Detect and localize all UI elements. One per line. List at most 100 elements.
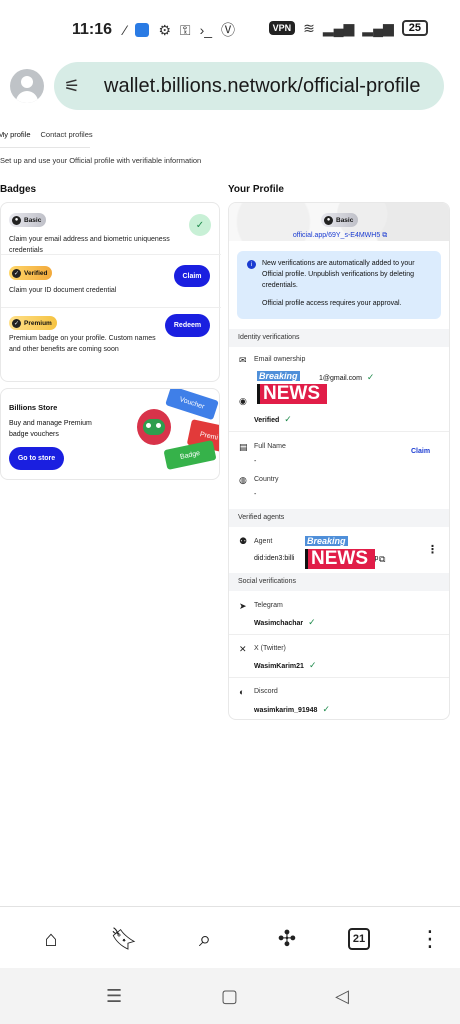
system-nav-bar: ☰ ▢ ◁ (0, 968, 460, 1024)
social-verifications-heading: Social verifications (229, 573, 449, 591)
key-icon: ⚿ (179, 22, 191, 38)
recents-icon[interactable]: ☰ (106, 986, 122, 1007)
store-desc: Buy and manage Premium badge vouchers (9, 420, 92, 438)
voucher-ticket: Voucher (165, 389, 219, 421)
badge-row-basic: ● Basic ✓ Claim your email address and b… (1, 203, 221, 255)
bookmark-icon[interactable]: 🔖︎ (110, 925, 138, 953)
info-icon: i (247, 260, 256, 269)
menu-icon[interactable]: ⋮ (416, 925, 444, 953)
mascot-icon (137, 409, 171, 445)
divider (229, 677, 449, 678)
divider (229, 431, 449, 432)
verified-check-icon: ✓ (284, 414, 292, 424)
status-time: 11:16 (72, 21, 113, 38)
v-app-icon: Ⓥ (221, 22, 236, 38)
badges-heading: Badges (0, 184, 37, 195)
extensions-icon[interactable]: ✣ (273, 925, 301, 953)
profile-badge-basic: ● Basic (321, 213, 359, 227)
brush-icon: ⁄ (124, 22, 127, 38)
premium-check-icon: ✓ (12, 318, 21, 328)
robot-icon: ⚉ (239, 536, 248, 546)
badge-pill-premium: ✓ Premium (9, 316, 57, 330)
user-icon: ● (324, 215, 333, 225)
store-card: Billions Store Buy and manage Premium ba… (0, 388, 220, 480)
home-icon[interactable]: ⌂ (37, 925, 65, 953)
identity-verifications-heading: Identity verifications (229, 329, 449, 347)
full-name-claim-link[interactable]: Claim (411, 448, 430, 455)
badge-pill-verified: ✓ Verified (9, 266, 53, 280)
go-to-store-button[interactable]: Go to store (9, 447, 64, 470)
full-name-value: - (254, 458, 257, 465)
status-system-icons: VPN ≋ ▂▄▆ ▂▄▆ 25 (268, 20, 428, 36)
badge-row-verified: ✓ Verified Claim your ID document creden… (1, 255, 221, 308)
redeem-button[interactable]: Redeem (165, 314, 210, 337)
profile-tabs: My profile Contact profiles (0, 126, 93, 148)
agent-did-left: did:iden3:billi (254, 555, 295, 562)
badge-row-premium: ✓ Premium Premium badge on your profile.… (1, 308, 221, 383)
badge-desc-basic: Claim your email address and biometric u… (9, 236, 170, 254)
badge-desc-verified: Claim your ID document credential (9, 287, 117, 294)
tabs-icon[interactable]: 21 (345, 925, 373, 953)
address-bar[interactable]: ⚟ wallet.billions.network/official-profi… (54, 62, 444, 110)
globe-icon: ◍ (239, 475, 247, 485)
browser-bottom-nav: ⌂ 🔖︎ ⌕ ✣ 21 ⋮ (0, 906, 460, 968)
signal-icon-2: ▂▄▆ (362, 20, 394, 36)
tab-contact-profiles[interactable]: Contact profiles (41, 126, 93, 148)
divider (229, 634, 449, 635)
mail-icon: ✉ (239, 355, 247, 365)
country-label: Country (254, 476, 279, 483)
user-icon: ● (12, 215, 21, 225)
info-text-approval: Official profile access requires your ap… (262, 300, 402, 307)
info-text: New verifications are automatically adde… (262, 260, 415, 289)
tab-my-profile[interactable]: My profile (0, 126, 31, 148)
status-bar: 11:16 ⁄ ⚙ ⚿ ›_ Ⓥ VPN ≋ ▂▄▆ ▂▄▆ 25 (0, 0, 460, 58)
discord-label: Discord (254, 688, 278, 695)
signal-icon: ▂▄▆ (322, 20, 355, 36)
site-settings-icon[interactable]: ⚟ (64, 76, 86, 97)
badges-card: ● Basic ✓ Claim your email address and b… (0, 202, 221, 383)
profile-heading: Your Profile (228, 184, 284, 195)
profile-card: ● Basic official.app/69Y_s-E4MWH5 ⧉ i Ne… (228, 202, 450, 720)
store-title: Billions Store (9, 403, 58, 412)
verified-check-icon: ✓ (12, 268, 21, 278)
telegram-icon: ➤ (239, 601, 247, 611)
badge-ticket: Badge (163, 440, 217, 470)
search-icon[interactable]: ⌕ (191, 925, 219, 953)
copy-icon[interactable]: ⧉ (382, 232, 387, 239)
app-icon (135, 23, 150, 37)
agent-label: Agent (254, 538, 273, 545)
breaking-news-overlay: Breaking NEWS (257, 366, 327, 404)
claim-button[interactable]: Claim (174, 265, 210, 287)
home-button-icon[interactable]: ▢ (221, 986, 238, 1007)
agent-more-icon[interactable]: ⋮ (427, 543, 438, 556)
telegram-value-row: Wasimchachar ✓ (254, 617, 316, 627)
x-value-row: WasimKarim21 ✓ (254, 660, 317, 670)
copy-icon[interactable]: ⧉ (379, 554, 389, 564)
terminal-icon: ›_ (199, 22, 213, 38)
status-notification-icons: ⁄ ⚙ ⚿ ›_ Ⓥ (124, 22, 235, 38)
settings-icon: ⚙ (158, 22, 171, 38)
page-subtitle: Set up and use your Official profile wit… (0, 156, 202, 165)
url-text[interactable]: wallet.billions.network/official-profile (104, 75, 420, 98)
document-icon: ▤ (239, 442, 248, 452)
info-box: i New verifications are automatically ad… (237, 251, 441, 319)
profile-link[interactable]: official.app/69Y_s-E4MWH5 ⧉ (229, 232, 449, 240)
check-icon: ✓ (189, 214, 211, 236)
back-icon[interactable]: ◁ (335, 986, 349, 1007)
discord-icon: ◐ (239, 687, 245, 697)
vpn-badge: VPN (268, 21, 296, 35)
wifi-icon: ≋ (303, 20, 315, 36)
country-value: - (254, 491, 257, 498)
badge-desc-premium: Premium badge on your profile. Custom na… (9, 335, 156, 353)
uniqueness-value-row: Verified ✓ (254, 414, 292, 424)
telegram-label: Telegram (254, 602, 283, 609)
verified-check-icon: ✓ (322, 704, 330, 714)
verified-check-icon: ✓ (366, 372, 375, 382)
profile-avatar-icon[interactable] (10, 69, 44, 103)
browser-toolbar: ⚟ wallet.billions.network/official-profi… (0, 58, 460, 116)
x-label: X (Twitter) (254, 645, 286, 652)
tab-count[interactable]: 21 (348, 928, 370, 950)
web-page: My profile Contact profiles Set up and u… (0, 116, 460, 906)
email-value-row: 1@gmail.com ✓ (319, 372, 375, 382)
x-twitter-icon: ✕ (239, 644, 247, 654)
